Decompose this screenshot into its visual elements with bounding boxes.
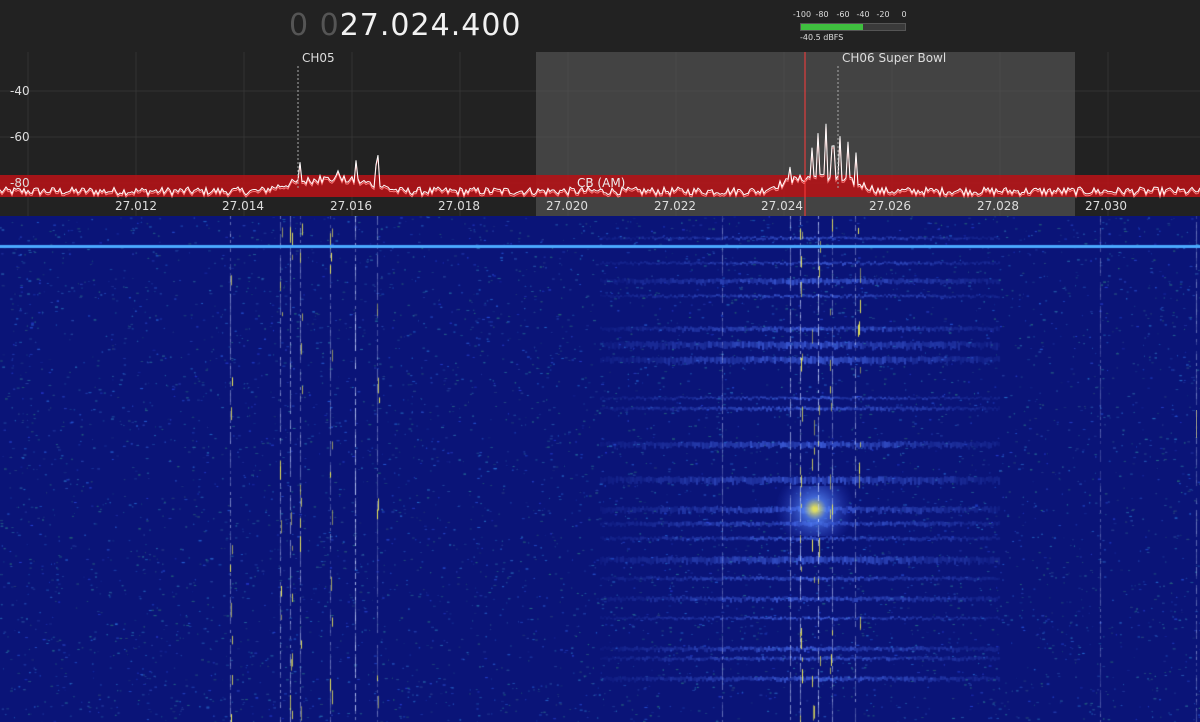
smeter-scale: -100 -80 -60 -40 -20 0 xyxy=(793,8,909,22)
smeter-tick: -20 xyxy=(876,10,890,19)
x-axis-tick: 27.022 xyxy=(654,199,696,213)
x-axis-tick: 27.020 xyxy=(546,199,588,213)
smeter-tick: -80 xyxy=(815,10,829,19)
y-axis-tick: -60 xyxy=(10,130,30,144)
channel-label-ch06[interactable]: CH06 Super Bowl xyxy=(842,51,946,65)
smeter-tick: -100 xyxy=(792,10,812,19)
x-axis-tick: 27.028 xyxy=(977,199,1019,213)
smeter-tick: 0 xyxy=(901,10,907,19)
waterfall-edge-marker xyxy=(1196,410,1197,438)
y-axis-tick: -80 xyxy=(10,176,30,190)
x-axis-tick: 27.012 xyxy=(115,199,157,213)
smeter-bar-track xyxy=(800,23,906,31)
smeter-tick: -60 xyxy=(836,10,850,19)
smeter-tick: -40 xyxy=(856,10,870,19)
frequency-prefix: 0 0 xyxy=(289,8,340,43)
frequency-value: 27.024.400 xyxy=(339,8,522,43)
waterfall-display[interactable] xyxy=(0,216,1200,722)
x-axis-tick: 27.024 xyxy=(761,199,803,213)
smeter-level-bar xyxy=(801,24,864,30)
frequency-display[interactable]: 0 027.024.400 xyxy=(289,8,522,44)
band-label: CB (AM) xyxy=(577,176,626,190)
x-axis-tick: 27.018 xyxy=(438,199,480,213)
signal-meter: -100 -80 -60 -40 -20 0 -40.5 dBFS xyxy=(793,8,909,48)
x-axis-tick: 27.030 xyxy=(1085,199,1127,213)
x-axis-tick: 27.014 xyxy=(222,199,264,213)
x-axis-tick: 27.026 xyxy=(869,199,911,213)
channel-label-ch05[interactable]: CH05 xyxy=(302,51,335,65)
y-axis-tick: -40 xyxy=(10,84,30,98)
smeter-reading: -40.5 dBFS xyxy=(800,33,844,42)
x-axis-tick: 27.016 xyxy=(330,199,372,213)
